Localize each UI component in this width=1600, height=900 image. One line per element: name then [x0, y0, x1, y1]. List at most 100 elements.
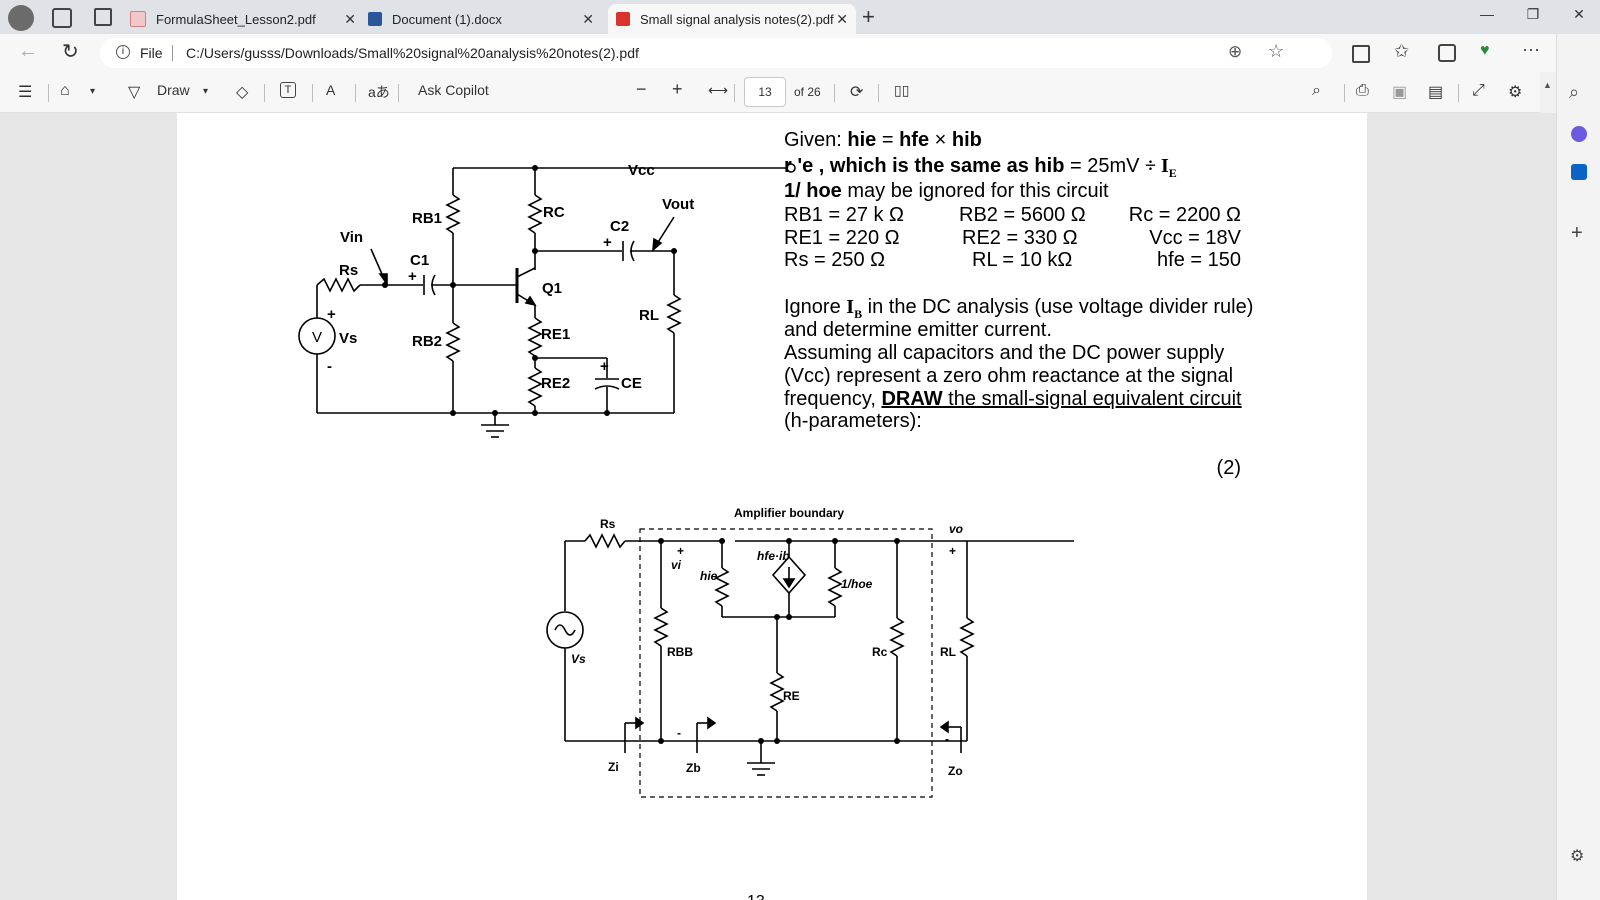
divider	[172, 45, 173, 61]
browser-essentials-icon[interactable]: ♥	[1480, 42, 1490, 60]
tab-bar: FormulaSheet_Lesson2.pdf ✕ Document (1).…	[0, 0, 1600, 34]
more-menu-icon[interactable]: ⋯	[1522, 40, 1540, 61]
label-eq-rs: Rs	[600, 517, 616, 531]
text: hfe	[899, 129, 930, 151]
separator	[48, 84, 49, 102]
text: =	[876, 129, 900, 151]
tab-small-signal[interactable]: Small signal analysis notes(2).pdf ✕	[608, 4, 856, 34]
translate-icon[interactable]: aあ	[368, 82, 390, 102]
favorite-star-icon[interactable]: ☆	[1268, 41, 1284, 62]
pdf-icon	[616, 12, 630, 26]
add-sidebar-app-icon[interactable]: +	[1571, 222, 1583, 245]
highlight-icon[interactable]: ⌂	[60, 82, 70, 100]
address-row: ← ↻ i File C:/Users/gusss/Downloads/Smal…	[0, 34, 1600, 72]
text: frequency,	[784, 388, 882, 410]
separator	[312, 84, 313, 102]
split-screen-icon[interactable]	[1352, 45, 1370, 63]
text: the small-signal equivalent circuit	[942, 388, 1242, 410]
text: in the DC analysis (use voltage divider …	[862, 296, 1254, 318]
label-c2: C2	[610, 218, 629, 235]
close-window-button[interactable]: ✕	[1564, 6, 1594, 23]
pdf-icon	[130, 11, 146, 27]
assume-line-2: (Vcc) represent a zero ohm reactance at …	[784, 365, 1234, 387]
save-icon[interactable]: ▣	[1392, 82, 1407, 102]
outlook-icon[interactable]	[1571, 164, 1587, 180]
separator	[734, 84, 735, 102]
given-line-2: r 'e , which is the same as hib = 25mV ÷…	[784, 155, 1177, 181]
copilot-sidebar-icon[interactable]	[1571, 126, 1587, 142]
close-tab-icon[interactable]: ✕	[836, 11, 848, 28]
page-view-icon[interactable]: ▯▯	[894, 82, 909, 99]
sidebar-settings-icon[interactable]: ⚙	[1570, 846, 1584, 866]
text: 1/ hoe	[784, 180, 842, 202]
tab-formulasheet[interactable]: FormulaSheet_Lesson2.pdf ✕	[130, 4, 364, 34]
label-re2: RE2	[541, 375, 570, 392]
close-tab-icon[interactable]: ✕	[582, 11, 594, 28]
assume-line-4: (h-parameters):	[784, 410, 922, 432]
label-rb1: RB1	[412, 210, 442, 227]
fullscreen-icon[interactable]: ⤢	[1472, 82, 1485, 100]
label-vcc: Vcc	[628, 162, 655, 179]
text-box-icon[interactable]: T	[280, 82, 296, 98]
restore-button[interactable]: ❐	[1518, 6, 1548, 23]
fit-width-icon[interactable]: ⟷	[708, 82, 728, 99]
workspaces-icon[interactable]	[52, 8, 72, 28]
label-vout: Vout	[662, 196, 694, 213]
save-as-icon[interactable]: ▤	[1428, 82, 1443, 102]
text: ×	[929, 129, 952, 151]
zoom-out-icon[interactable]: −	[636, 79, 647, 100]
text: hib	[951, 129, 982, 151]
eraser-icon[interactable]: ◇	[236, 82, 248, 102]
label-eq-re: RE	[783, 689, 800, 703]
address-bar[interactable]: i File C:/Users/gusss/Downloads/Small%20…	[100, 38, 1332, 68]
given-line-1: Given: hie = hfe × hib	[784, 129, 982, 152]
profile-avatar[interactable]	[8, 5, 34, 31]
tab-document[interactable]: Document (1).docx ✕	[368, 4, 602, 34]
label-c1: C1	[410, 252, 429, 269]
new-tab-button[interactable]: +	[862, 4, 875, 30]
refresh-icon[interactable]: ↻	[62, 39, 79, 64]
value-rb2: RB2 = 5600 Ω	[959, 204, 1086, 226]
label-rc: RC	[543, 204, 565, 221]
label-vin: Vin	[340, 229, 363, 246]
url-text[interactable]: C:/Users/gusss/Downloads/Small%20signal%…	[186, 45, 639, 61]
back-icon[interactable]: ←	[18, 40, 38, 63]
search-icon[interactable]: ⌕	[1569, 82, 1579, 103]
assume-line-1: Assuming all capacitors and the DC power…	[784, 342, 1225, 364]
label-q1: Q1	[542, 280, 562, 297]
label-c1-plus: +	[408, 268, 417, 285]
label-re1: RE1	[541, 326, 570, 343]
label-vs: Vs	[339, 330, 357, 347]
close-tab-icon[interactable]: ✕	[344, 11, 356, 28]
ask-copilot-button[interactable]: Ask Copilot	[418, 82, 489, 98]
zoom-icon[interactable]: ⊕	[1228, 42, 1242, 62]
draw-label[interactable]: Draw	[157, 82, 190, 98]
separator	[1344, 84, 1345, 102]
read-aloud-icon[interactable]: A	[326, 82, 335, 98]
assume-line-3: frequency, DRAW the small-signal equival…	[784, 388, 1242, 411]
pdf-page: Vcc Vout Vin RB1 RB2 RC C1 C2 Q1 Rs Vs R…	[177, 113, 1367, 900]
page-number-input[interactable]: 13	[744, 77, 786, 107]
contents-icon[interactable]: ☰	[18, 82, 32, 102]
label-eq-vi: vi	[671, 558, 682, 572]
info-icon[interactable]: i	[116, 45, 130, 59]
label-rs: Rs	[339, 262, 358, 279]
tab-actions-icon[interactable]	[94, 8, 112, 26]
label-eq-rbb: RBB	[667, 645, 693, 659]
draw-icon[interactable]: ▽	[128, 82, 140, 102]
zoom-in-icon[interactable]: +	[672, 79, 683, 100]
text: hie	[847, 129, 877, 151]
page-footer-number: 13	[747, 893, 765, 900]
print-icon[interactable]: ⎙	[1356, 82, 1369, 100]
rotate-icon[interactable]: ⟳	[850, 82, 863, 102]
chevron-down-icon[interactable]: ▾	[203, 86, 208, 97]
favorites-icon[interactable]: ✩	[1394, 41, 1409, 62]
pdf-viewer[interactable]: Vcc Vout Vin RB1 RB2 RC C1 C2 Q1 Rs Vs R…	[0, 113, 1556, 900]
settings-icon[interactable]: ⚙	[1508, 82, 1522, 102]
search-icon[interactable]: ⌕	[1312, 82, 1321, 100]
scroll-up-arrow[interactable]: ▲	[1543, 80, 1552, 90]
minimize-button[interactable]: —	[1472, 6, 1502, 22]
collections-icon[interactable]	[1438, 44, 1456, 62]
value-rl: RL = 10 kΩ	[972, 249, 1073, 271]
chevron-down-icon[interactable]: ▾	[90, 86, 95, 97]
